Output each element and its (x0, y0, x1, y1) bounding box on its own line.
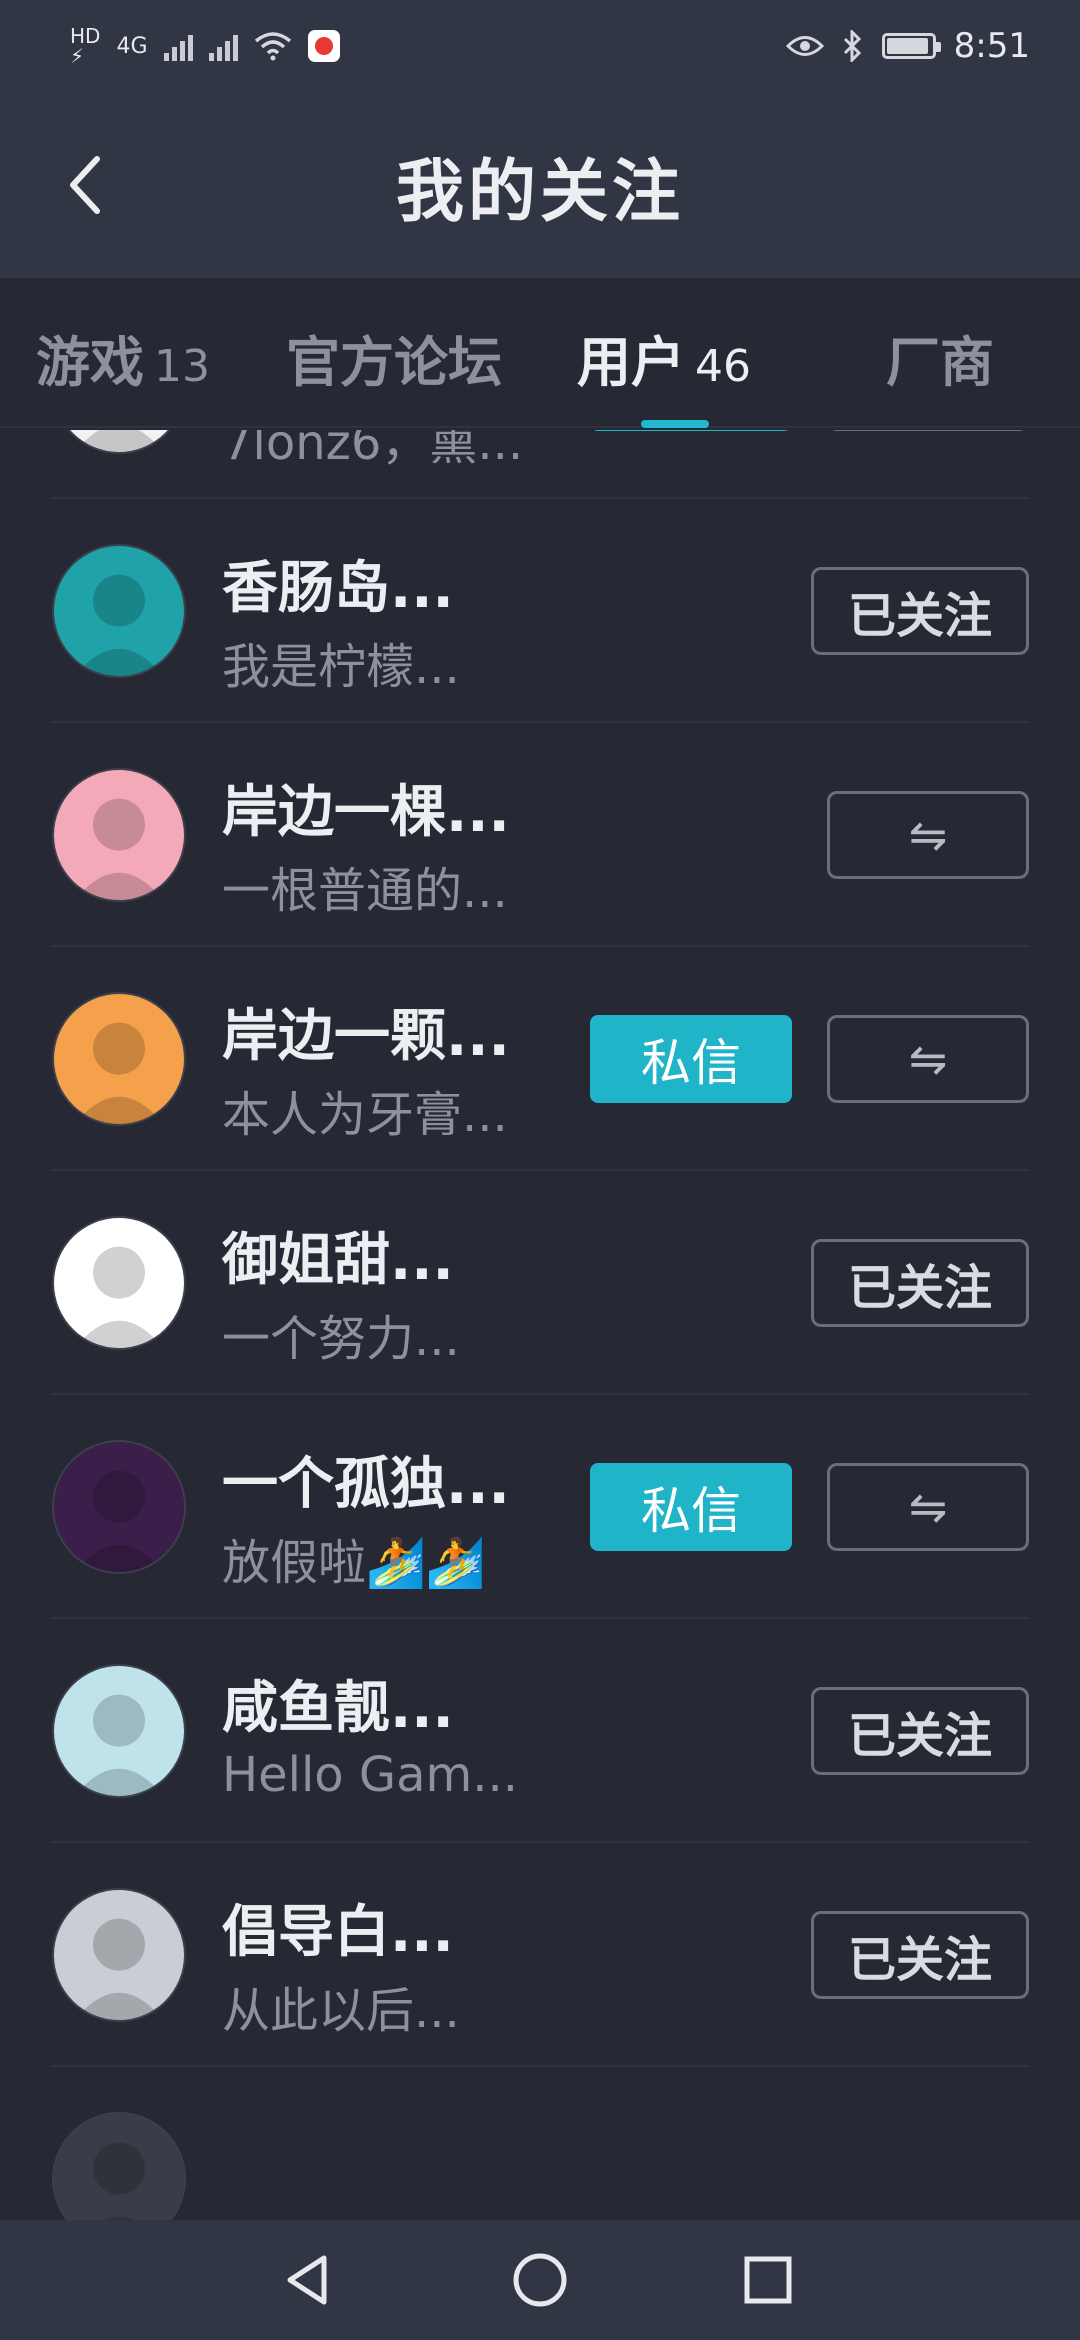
tab-bar: 游戏 13 官方论坛 用户 46 厂商 (0, 278, 1080, 428)
eye-icon (785, 36, 824, 56)
tab-vendors[interactable]: 厂商 (886, 318, 994, 397)
nav-home-button[interactable] (502, 2242, 578, 2318)
user-row[interactable] (0, 2067, 1080, 2220)
mutual-follow-button[interactable]: ⇋ (827, 791, 1029, 879)
user-name[interactable]: 岸边一棵... (222, 767, 510, 848)
avatar[interactable] (52, 992, 186, 1126)
mutual-follow-button[interactable]: ⇋ (827, 1015, 1029, 1103)
avatar-image-icon (54, 2114, 184, 2220)
clock: 8:51 (953, 26, 1030, 66)
user-row[interactable]: 咸鱼靓... Hello Gam... 已关注 (0, 1619, 1080, 1843)
back-button[interactable] (40, 140, 130, 230)
tab-users[interactable]: 用户 46 (577, 318, 751, 397)
status-bar: HD ⚡ 4G 8:51 (0, 0, 1080, 92)
status-left: HD ⚡ 4G (70, 26, 340, 66)
header: 我的关注 (0, 92, 1080, 278)
nav-back-button[interactable] (270, 2242, 346, 2318)
tab-count: 13 (154, 341, 210, 392)
user-name[interactable]: 一个孤独... (222, 1439, 510, 1520)
user-list-content: GF·熏7lonz6，熏...私信⇋香肠岛...我是柠檬...已关注岸边一棵..… (0, 430, 1080, 2220)
user-row[interactable]: 岸边一颗... 本人为牙膏... 私信 ⇋ (0, 947, 1080, 1171)
back-triangle-icon (287, 2255, 327, 2305)
avatar[interactable] (52, 2112, 186, 2220)
battery-icon (881, 33, 941, 59)
network-type-label: 4G (116, 33, 148, 59)
avatar[interactable] (52, 1664, 186, 1798)
avatar[interactable] (52, 1440, 186, 1574)
bluetooth-icon (843, 30, 861, 62)
avatar-image-icon (54, 1218, 184, 1348)
user-name[interactable]: 御姐甜... (222, 1215, 454, 1296)
avatar[interactable] (52, 544, 186, 678)
signal-icon (163, 31, 193, 61)
avatar[interactable] (52, 1888, 186, 2022)
message-button[interactable]: 私信 (590, 1463, 792, 1551)
user-description: 从此以后... (222, 1983, 460, 2039)
user-row[interactable]: 一个孤独... 放假啦🏄🏄 私信 ⇋ (0, 1395, 1080, 1619)
avatar-image-icon (54, 1442, 184, 1572)
user-description: 本人为牙膏... (222, 1087, 508, 1143)
user-description: 一根普通的... (222, 863, 508, 919)
avatar[interactable] (52, 1216, 186, 1350)
signal-2-icon (208, 31, 238, 61)
active-tab-indicator (641, 420, 709, 428)
followed-button[interactable]: 已关注 (811, 1911, 1029, 1999)
followed-button[interactable]: 已关注 (811, 567, 1029, 655)
avatar-image-icon (54, 1890, 184, 2020)
recents-square-icon (744, 2256, 792, 2304)
user-name[interactable]: 岸边一颗... (222, 991, 510, 1072)
user-name[interactable]: 香肠岛... (222, 543, 454, 624)
page-title: 我的关注 (395, 152, 684, 232)
avatar-image-icon (54, 1666, 184, 1796)
battery-level (886, 38, 929, 54)
user-row[interactable]: 香肠岛... 我是柠檬... 已关注 (0, 499, 1080, 723)
chevron-left-icon (70, 156, 100, 214)
user-description: 7lonz6，熏... (222, 430, 524, 471)
app-notification-icon (307, 30, 340, 62)
wifi-icon (254, 32, 291, 61)
nav-recents-button[interactable] (730, 2242, 806, 2318)
user-row[interactable]: 倡导白... 从此以后... 已关注 (0, 1843, 1080, 2067)
followed-button[interactable]: 已关注 (811, 1239, 1029, 1327)
system-nav-bar (0, 2220, 1080, 2340)
tab-label: 用户 (577, 331, 685, 394)
avatar-image-icon (54, 994, 184, 1124)
user-description: 我是柠檬... (222, 639, 460, 695)
user-description: 放假啦🏄🏄 (222, 1535, 486, 1591)
message-button[interactable]: 私信 (590, 1015, 792, 1103)
tab-label: 游戏 (36, 331, 144, 394)
message-button[interactable]: 私信 (590, 430, 792, 431)
followed-button[interactable]: 已关注 (811, 1687, 1029, 1775)
home-circle-icon (513, 2253, 567, 2307)
tab-label: 官方论坛 (286, 331, 502, 394)
user-description: Hello Gam... (222, 1747, 519, 1803)
mutual-follow-button[interactable]: ⇋ (827, 1463, 1029, 1551)
avatar-image-icon (54, 430, 184, 452)
user-row[interactable]: GF·熏7lonz6，熏...私信⇋ (0, 430, 1080, 499)
user-description: 一个努力... (222, 1311, 460, 1367)
avatar[interactable] (52, 430, 186, 454)
tab-label: 厂商 (886, 331, 994, 394)
user-row[interactable]: 御姐甜... 一个努力... 已关注 (0, 1171, 1080, 1395)
user-name[interactable]: 咸鱼靓... (222, 1663, 454, 1744)
mutual-follow-button[interactable]: ⇋ (827, 430, 1029, 431)
tab-official-forum[interactable]: 官方论坛 (286, 318, 502, 397)
user-list[interactable]: GF·熏7lonz6，熏...私信⇋香肠岛...我是柠檬...已关注岸边一棵..… (0, 430, 1080, 2220)
avatar[interactable] (52, 768, 186, 902)
hd-label: HD (70, 24, 101, 48)
screen: HD ⚡ 4G 8:51 我的关注 游戏 13 官方论坛 用户 46 厂商 7l… (0, 0, 1080, 2340)
status-right: 8:51 (785, 26, 1030, 66)
sim-icon: ⚡ (70, 44, 85, 68)
user-row[interactable]: 岸边一棵... 一根普通的... ⇋ (0, 723, 1080, 947)
avatar-image-icon (54, 770, 184, 900)
avatar-image-icon (54, 546, 184, 676)
network-labels: HD ⚡ (70, 26, 100, 66)
tab-count: 46 (695, 341, 751, 392)
tab-games[interactable]: 游戏 13 (36, 318, 210, 397)
user-name[interactable]: 倡导白... (222, 1887, 454, 1968)
